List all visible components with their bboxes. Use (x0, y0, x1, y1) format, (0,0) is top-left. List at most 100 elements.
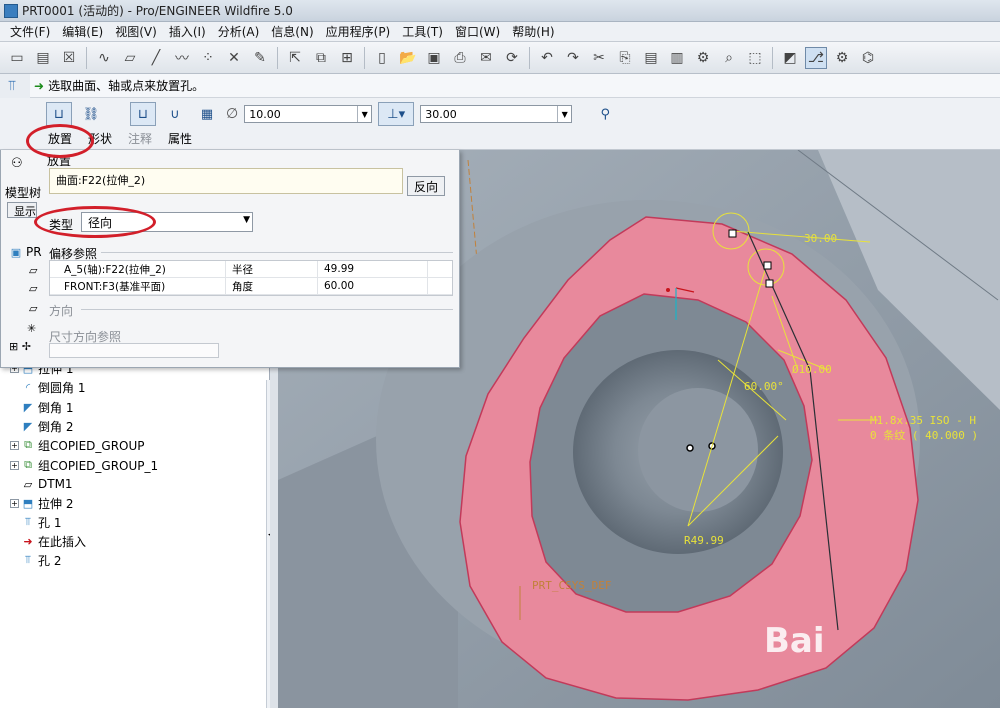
point-icon[interactable]: ⁘ (197, 47, 219, 69)
tree-item[interactable]: ◤ 倒角 2 (21, 416, 74, 436)
expand-icon[interactable]: + (10, 440, 19, 450)
drag-handle[interactable] (728, 229, 737, 238)
save-icon[interactable]: ▣ (423, 47, 445, 69)
flat-profile-icon[interactable]: ⊔ (130, 102, 156, 126)
menu-insert[interactable]: 插入(I) (163, 23, 212, 40)
tree-root-label: PR (26, 245, 42, 259)
select-box-icon[interactable]: ⬚ (744, 47, 766, 69)
layer-icon[interactable]: ⊞ (336, 47, 358, 69)
chevron-down-icon[interactable]: ▼ (557, 106, 571, 122)
tree-item[interactable]: + ⧉ 组COPIED_GROUP (10, 435, 145, 455)
menu-analysis[interactable]: 分析(A) (212, 23, 266, 40)
axis-icon[interactable]: ╱ (145, 47, 167, 69)
menu-window[interactable]: 窗口(W) (449, 23, 506, 40)
open-icon[interactable]: ▤ (32, 47, 54, 69)
show-button[interactable]: 显示 (7, 202, 37, 218)
tree-item[interactable]: ➜ 在此插入 (21, 531, 86, 551)
chevron-down-icon[interactable]: ▼ (243, 215, 250, 225)
direction-label: 方向 (49, 304, 74, 318)
appearance-icon[interactable]: ⌬ (857, 47, 879, 69)
analysis-icon[interactable]: ✎ (249, 47, 271, 69)
folder-icon[interactable]: 📂 (397, 47, 419, 69)
tree-root[interactable]: ▣ PR (9, 242, 42, 262)
tab-properties[interactable]: 属性 (168, 130, 192, 147)
pin-icon[interactable]: ⚲ (592, 102, 618, 126)
sketch-profile-icon[interactable]: ▦ (194, 102, 220, 126)
drag-handle[interactable] (763, 261, 772, 270)
dim-dir-ref-field[interactable] (49, 343, 219, 358)
drag-handle[interactable] (765, 279, 774, 288)
plane-icon[interactable]: ▱ (119, 47, 141, 69)
csys-label[interactable]: PRT_CSYS_DEF (532, 579, 611, 592)
table-row[interactable]: FRONT:F3(基准平面) 角度 60.00 (50, 278, 452, 295)
paste-icon[interactable]: ▤ (640, 47, 662, 69)
search-icon[interactable]: ⌕ (718, 47, 740, 69)
paste-special-icon[interactable]: ▥ (666, 47, 688, 69)
table-row[interactable]: A_5(轴):F22(拉伸_2) 半径 49.99 (50, 261, 452, 278)
chevron-down-icon[interactable]: ▼ (357, 106, 371, 122)
cut-icon[interactable]: ✂ (588, 47, 610, 69)
tree-scrollbar[interactable] (270, 368, 278, 708)
curve-icon[interactable]: 〰 (171, 47, 193, 69)
close-window-icon[interactable]: ☒ (58, 47, 80, 69)
menu-edit[interactable]: 编辑(E) (56, 23, 109, 40)
menu-info[interactable]: 信息(N) (265, 23, 319, 40)
dim-angle[interactable]: 60.00° (744, 380, 784, 393)
regenerate-icon[interactable]: ⚙ (692, 47, 714, 69)
diameter-input[interactable]: 10.00 ▼ (244, 105, 373, 123)
thread-note-line-1[interactable]: M1.8x.35 ISO - H (870, 414, 976, 427)
csys-icon[interactable]: ✕ (223, 47, 245, 69)
menu-help[interactable]: 帮助(H) (506, 23, 560, 40)
expand-icon[interactable]: + (10, 460, 19, 470)
pointer-icon[interactable]: ⇱ (284, 47, 306, 69)
flip-button[interactable]: 反向 (407, 176, 445, 196)
tree-item-label: 组COPIED_GROUP (38, 438, 145, 453)
redo-icon[interactable]: ↷ (562, 47, 584, 69)
sketch-curve-icon[interactable]: ∿ (93, 47, 115, 69)
offset-ref-type[interactable]: 角度 (226, 278, 318, 294)
menu-view[interactable]: 视图(V) (109, 23, 163, 40)
menu-bar: 文件(F) 编辑(E) 视图(V) 插入(I) 分析(A) 信息(N) 应用程序… (0, 22, 1000, 42)
document-icon[interactable]: ▯ (371, 47, 393, 69)
expand-icon[interactable]: + (10, 498, 19, 508)
regen-icon[interactable]: ⟳ (501, 47, 523, 69)
placement-reference-field[interactable]: 曲面:F22(拉伸_2) (49, 168, 403, 194)
undo-icon[interactable]: ↶ (536, 47, 558, 69)
offset-refs-table[interactable]: A_5(轴):F22(拉伸_2) 半径 49.99 FRONT:F3(基准平面)… (49, 260, 453, 296)
menu-tools[interactable]: 工具(T) (396, 23, 449, 40)
axis-handle[interactable] (686, 444, 694, 452)
menu-applications[interactable]: 应用程序(P) (320, 23, 397, 40)
depth-value: 30.00 (425, 107, 457, 121)
offset-ref-value[interactable]: 49.99 (318, 261, 428, 277)
dim-radius[interactable]: R49.99 (684, 534, 724, 547)
view-manager-icon[interactable]: ⚙ (831, 47, 853, 69)
send-icon[interactable]: ✉ (475, 47, 497, 69)
tree-settings-icon[interactable]: ⚇ (11, 156, 23, 171)
tree-item[interactable]: + ⬒ 拉伸 2 (10, 493, 73, 513)
graph-icon[interactable]: ◩ (779, 47, 801, 69)
tab-note[interactable]: 注释 (128, 130, 152, 147)
offset-ref-type[interactable]: 半径 (226, 261, 318, 277)
model-tree-label[interactable]: 模型树 (5, 184, 41, 201)
filter-icon[interactable]: ⧉ (310, 47, 332, 69)
sketch-toggle-icon[interactable]: ⎇ (805, 46, 827, 69)
depth-option-icon[interactable]: ⊥▾ (378, 102, 415, 126)
tree-item[interactable]: ⫪ 孔 2 (21, 550, 62, 570)
tree-item[interactable]: ◜ 倒圆角 1 (21, 377, 86, 397)
tree-item[interactable]: ▱ DTM1 (21, 474, 73, 494)
thread-note-line-2[interactable]: 0 条纹 ( 40.000 ) (870, 428, 978, 442)
new-icon[interactable]: ▭ (6, 47, 28, 69)
drill-profile-icon[interactable]: ∪ (162, 102, 188, 126)
tree-item[interactable]: + ⧉ 组COPIED_GROUP_1 (10, 455, 158, 475)
dim-diameter[interactable]: Ø10.00 (792, 363, 832, 376)
simple-hole-icon[interactable]: ⊔ (46, 102, 72, 126)
print-icon[interactable]: ⎙ (449, 47, 471, 69)
offset-ref-value[interactable]: 60.00 (318, 278, 428, 294)
tree-item[interactable]: ⫪ 孔 1 (21, 512, 62, 532)
tree-item[interactable]: ◤ 倒角 1 (21, 397, 74, 417)
dim-angle-top[interactable]: 30.00 (804, 232, 837, 245)
standard-hole-icon[interactable]: ⛓ (78, 102, 104, 126)
copy-icon[interactable]: ⎘ (614, 47, 636, 69)
depth-input[interactable]: 30.00 ▼ (420, 105, 573, 123)
menu-file[interactable]: 文件(F) (4, 23, 56, 40)
